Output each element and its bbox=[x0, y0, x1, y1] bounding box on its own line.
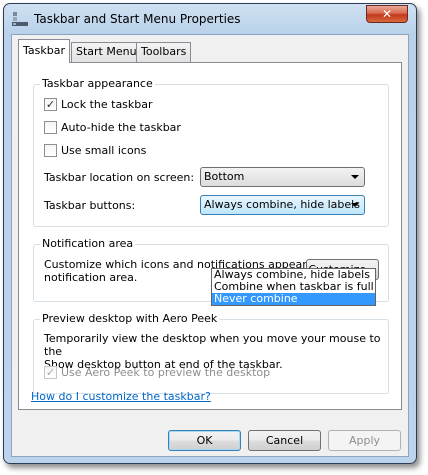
tab-toolbars[interactable]: Toolbars bbox=[136, 42, 192, 62]
aero-peek-checkbox[interactable]: ✓ bbox=[44, 366, 57, 379]
taskbar-tab-panel: Taskbar appearance ✓ Lock the taskbar Au… bbox=[18, 62, 402, 410]
location-label: Taskbar location on screen: bbox=[44, 171, 195, 184]
taskbar-buttons-select-value: Always combine, hide labels bbox=[204, 198, 360, 211]
autohide-label: Auto-hide the taskbar bbox=[61, 121, 181, 134]
dropdown-option-highlighted[interactable]: Never combine bbox=[212, 293, 375, 305]
aero-peek-group: Preview desktop with Aero Peek Temporari… bbox=[33, 312, 389, 394]
location-select-value: Bottom bbox=[204, 170, 245, 183]
taskbar-buttons-label: Taskbar buttons: bbox=[44, 199, 136, 212]
taskbar-appearance-group: Taskbar appearance ✓ Lock the taskbar Au… bbox=[33, 77, 389, 227]
ok-button[interactable]: OK bbox=[168, 430, 241, 451]
tab-start-menu[interactable]: Start Menu bbox=[71, 42, 142, 62]
checkmark-icon: ✓ bbox=[45, 366, 56, 379]
apply-button[interactable]: Apply bbox=[328, 430, 401, 451]
close-icon: ✕ bbox=[381, 7, 393, 21]
title-bar[interactable]: Taskbar and Start Menu Properties ✕ bbox=[4, 4, 416, 34]
chevron-down-icon bbox=[351, 175, 359, 179]
dialog-client-area: Taskbar Start Menu Toolbars Taskbar appe… bbox=[11, 34, 409, 457]
close-button[interactable]: ✕ bbox=[366, 5, 408, 23]
cancel-button[interactable]: Cancel bbox=[248, 430, 321, 451]
chevron-down-icon bbox=[351, 203, 359, 207]
tab-taskbar[interactable]: Taskbar bbox=[18, 39, 70, 63]
taskbar-buttons-dropdown-list: Always combine, hide labels Combine when… bbox=[211, 268, 376, 306]
help-link[interactable]: How do I customize the taskbar? bbox=[31, 390, 211, 403]
dialog-window: Taskbar and Start Menu Properties ✕ Task… bbox=[3, 3, 417, 464]
taskbar-buttons-select[interactable]: Always combine, hide labels bbox=[200, 195, 365, 215]
lock-taskbar-label: Lock the taskbar bbox=[61, 98, 153, 111]
aero-peek-label: Use Aero Peek to preview the desktop bbox=[61, 366, 271, 379]
taskbar-properties-icon bbox=[12, 12, 28, 26]
small-icons-label: Use small icons bbox=[61, 144, 147, 157]
autohide-checkbox[interactable] bbox=[44, 121, 57, 134]
group-title-aero-peek: Preview desktop with Aero Peek bbox=[40, 312, 220, 325]
small-icons-checkbox[interactable] bbox=[44, 144, 57, 157]
aero-peek-description-line1: Temporarily view the desktop when you mo… bbox=[44, 332, 381, 358]
lock-taskbar-checkbox[interactable]: ✓ bbox=[44, 98, 57, 111]
checkmark-icon: ✓ bbox=[45, 98, 56, 111]
location-select[interactable]: Bottom bbox=[200, 167, 365, 187]
group-title-notification: Notification area bbox=[40, 237, 136, 250]
window-title: Taskbar and Start Menu Properties bbox=[34, 12, 241, 26]
group-title-appearance: Taskbar appearance bbox=[40, 77, 155, 90]
